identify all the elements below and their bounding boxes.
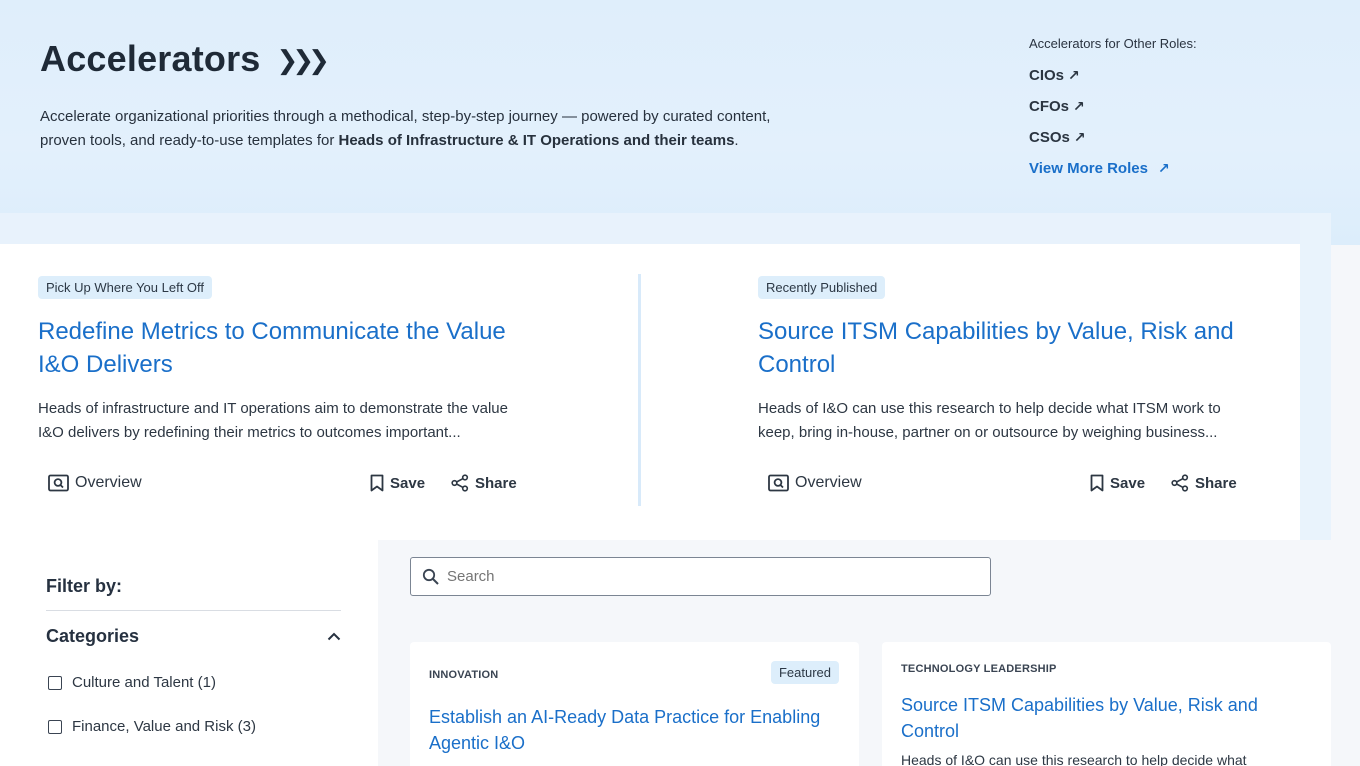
featured-divider bbox=[638, 274, 641, 506]
result-title[interactable]: Establish an AI-Ready Data Practice for … bbox=[429, 704, 839, 756]
overview-button[interactable]: Overview bbox=[768, 474, 862, 492]
external-arrow-icon: ↗ bbox=[1073, 129, 1086, 145]
overview-icon bbox=[48, 474, 69, 492]
featured-tag: Recently Published bbox=[758, 276, 886, 299]
featured-card-continue: Pick Up Where You Left Off Redefine Metr… bbox=[38, 276, 528, 445]
hero-description: Accelerate organizational priorities thr… bbox=[40, 105, 780, 153]
external-arrow-icon: ↗ bbox=[1157, 160, 1170, 176]
external-arrow-icon: ↗ bbox=[1073, 98, 1085, 114]
hero-banner: Accelerators ❯❯❯ Accelerate organization… bbox=[0, 0, 1360, 245]
save-label: Save bbox=[390, 474, 426, 492]
featured-card-title[interactable]: Redefine Metrics to Communicate the Valu… bbox=[38, 315, 528, 381]
filter-option-finance-value-risk[interactable]: Finance, Value and Risk (3) bbox=[48, 718, 256, 735]
role-link-label: CSOs bbox=[1029, 129, 1070, 146]
save-label: Save bbox=[1110, 474, 1146, 492]
filter-title: Filter by: bbox=[46, 576, 123, 596]
share-label: Share bbox=[1195, 474, 1237, 492]
featured-card-description: Heads of infrastructure and IT operation… bbox=[38, 400, 508, 441]
search-input[interactable] bbox=[447, 568, 947, 585]
filter-option-culture-talent[interactable]: Culture and Talent (1) bbox=[48, 674, 216, 691]
feature-frame-right bbox=[1300, 213, 1331, 540]
other-roles-panel: Accelerators for Other Roles: CIOs ↗ CFOs… bbox=[1029, 36, 1197, 184]
feature-frame-top bbox=[0, 213, 1331, 244]
overview-label: Overview bbox=[75, 474, 142, 491]
other-roles-label: Accelerators for Other Roles: bbox=[1029, 36, 1197, 51]
view-more-roles-link[interactable]: View More Roles ↗ bbox=[1029, 153, 1197, 184]
featured-panel: Pick Up Where You Left Off Redefine Metr… bbox=[0, 244, 1300, 540]
overview-icon bbox=[768, 474, 789, 492]
share-icon bbox=[1171, 474, 1189, 492]
save-button[interactable]: Save bbox=[370, 474, 425, 492]
role-link-label: CFOs bbox=[1029, 98, 1070, 115]
filter-divider bbox=[46, 610, 341, 611]
share-button[interactable]: Share bbox=[1171, 474, 1237, 492]
hero-description-end: . bbox=[734, 132, 739, 149]
role-link-label: CIOs bbox=[1029, 67, 1065, 84]
featured-card-recent: Recently Published Source ITSM Capabilit… bbox=[758, 276, 1248, 445]
chevron-up-icon bbox=[327, 632, 341, 641]
result-card[interactable]: TECHNOLOGY LEADERSHIP Source ITSM Capabi… bbox=[882, 642, 1331, 766]
chevrons-icon: ❯❯❯ bbox=[276, 44, 330, 75]
bookmark-icon bbox=[370, 474, 384, 492]
filter-option-label: Finance, Value and Risk (3) bbox=[72, 718, 256, 735]
external-arrow-icon: ↗ bbox=[1068, 67, 1080, 83]
result-description: Heads of I&O can use this research to he… bbox=[901, 752, 1247, 766]
share-icon bbox=[451, 474, 469, 492]
categories-title: Categories bbox=[46, 626, 140, 646]
filter-sidebar: Filter by: Categories Culture and Talent… bbox=[0, 540, 378, 766]
categories-toggle[interactable]: Categories bbox=[46, 626, 341, 647]
featured-card-actions: Overview Save Share bbox=[758, 474, 1248, 496]
checkbox[interactable] bbox=[48, 675, 62, 690]
result-category: INNOVATION bbox=[429, 669, 499, 681]
filter-option-label: Culture and Talent (1) bbox=[72, 674, 216, 691]
search-box bbox=[410, 557, 991, 596]
featured-badge: Featured bbox=[770, 661, 839, 684]
view-more-roles-label: View More Roles bbox=[1029, 160, 1148, 177]
result-category: TECHNOLOGY LEADERSHIP bbox=[901, 663, 1057, 675]
save-button[interactable]: Save bbox=[1090, 474, 1145, 492]
role-link-csos[interactable]: CSOs ↗ bbox=[1029, 122, 1197, 153]
checkbox[interactable] bbox=[48, 719, 62, 734]
hero-title-row: Accelerators ❯❯❯ bbox=[40, 38, 330, 80]
role-link-cfos[interactable]: CFOs ↗ bbox=[1029, 91, 1197, 122]
page-title: Accelerators bbox=[40, 38, 261, 79]
share-button[interactable]: Share bbox=[451, 474, 517, 492]
role-link-cios[interactable]: CIOs ↗ bbox=[1029, 60, 1197, 91]
result-card[interactable]: INNOVATION Featured Establish an AI-Read… bbox=[410, 642, 859, 766]
hero-description-role: Heads of Infrastructure & IT Operations … bbox=[338, 132, 735, 149]
featured-card-actions: Overview Save Share bbox=[38, 474, 528, 496]
featured-tag: Pick Up Where You Left Off bbox=[38, 276, 213, 299]
overview-label: Overview bbox=[795, 474, 862, 491]
share-label: Share bbox=[475, 474, 517, 492]
search-icon bbox=[422, 568, 439, 585]
featured-card-title[interactable]: Source ITSM Capabilities by Value, Risk … bbox=[758, 315, 1248, 381]
featured-card-description: Heads of I&O can use this research to he… bbox=[758, 400, 1221, 441]
overview-button[interactable]: Overview bbox=[48, 474, 142, 492]
bookmark-icon bbox=[1090, 474, 1104, 492]
result-title[interactable]: Source ITSM Capabilities by Value, Risk … bbox=[901, 692, 1311, 744]
